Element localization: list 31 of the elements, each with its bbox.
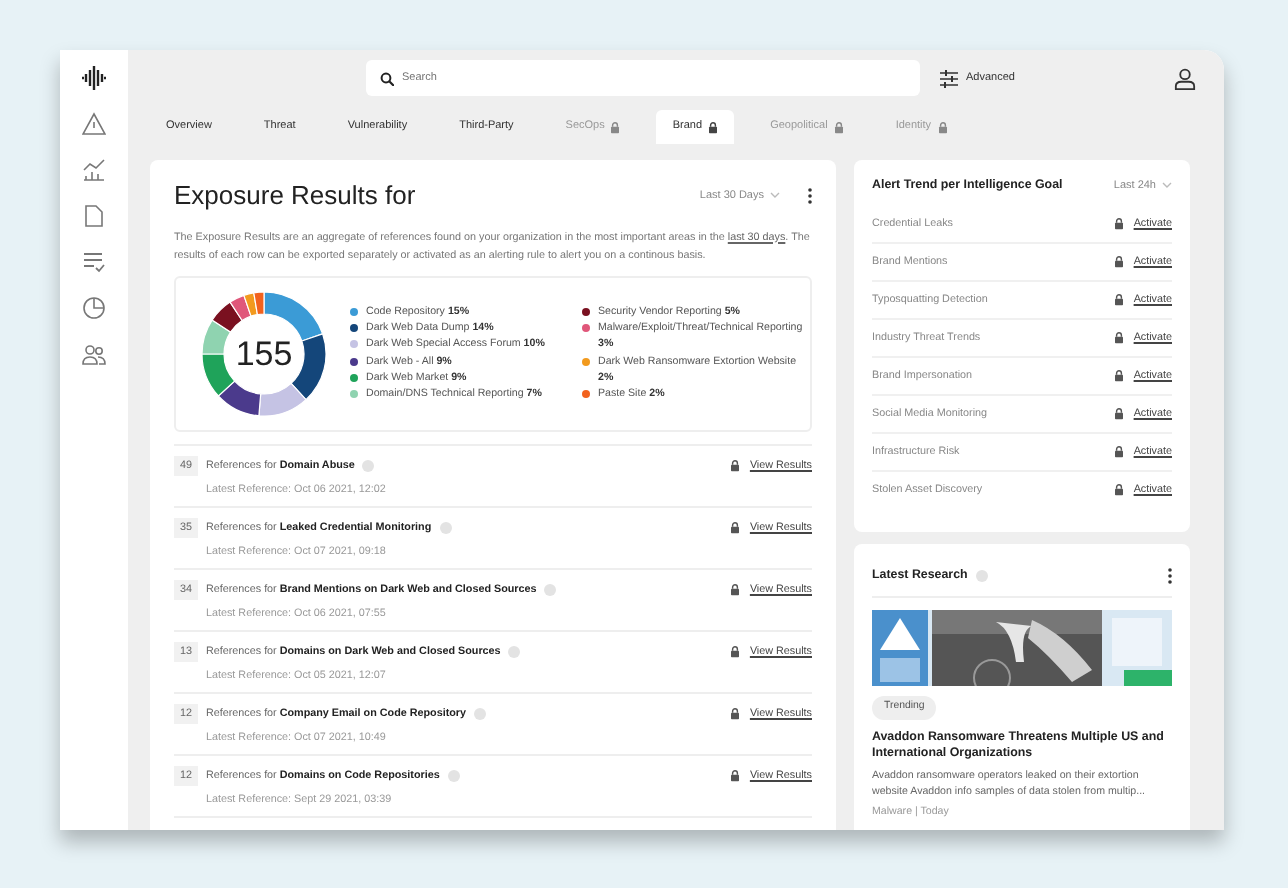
- donut-slice: [217, 379, 262, 416]
- lock-icon: [729, 708, 740, 721]
- lock-icon: [1113, 332, 1124, 345]
- lock-icon: [1113, 408, 1124, 421]
- task-list-icon[interactable]: [82, 250, 106, 274]
- card-title: Exposure Results for: [174, 180, 416, 212]
- lock-icon: [1113, 217, 1124, 230]
- total-count: 155: [235, 331, 293, 376]
- sliders-icon: [940, 69, 958, 87]
- lock-icon: [1113, 294, 1124, 307]
- warning-icon[interactable]: [82, 112, 106, 136]
- lock-icon: [729, 646, 740, 659]
- caret-icon: [770, 192, 780, 199]
- lock-icon: [729, 770, 740, 783]
- donut-slice: [202, 352, 236, 396]
- lock-icon: [729, 460, 740, 473]
- lock-icon: [1113, 370, 1124, 383]
- users-icon[interactable]: [82, 342, 106, 366]
- user-icon[interactable]: [1174, 67, 1196, 89]
- logo-icon: [82, 66, 106, 90]
- lock-icon: [729, 522, 740, 535]
- caret-icon: [1162, 182, 1172, 189]
- lock-icon: [1113, 484, 1124, 497]
- lock-icon: [1113, 256, 1124, 269]
- lock-icon: [1113, 446, 1124, 459]
- pie-chart-icon[interactable]: [82, 296, 106, 320]
- donut-slice: [202, 318, 232, 354]
- document-icon[interactable]: [82, 204, 106, 228]
- chart-icon[interactable]: [82, 158, 106, 182]
- lock-icon: [729, 584, 740, 597]
- search-icon: [380, 71, 394, 85]
